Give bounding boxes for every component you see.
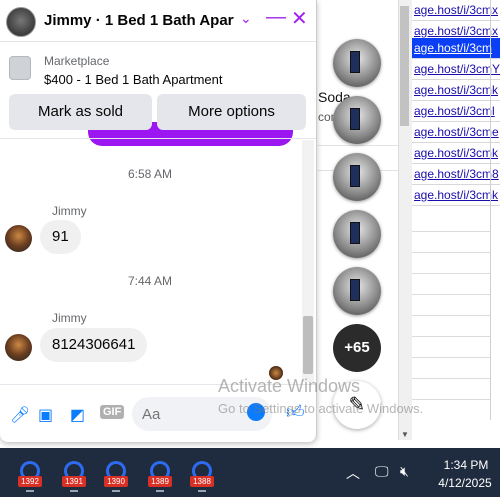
notification-badge: 1390 [104, 476, 128, 487]
sheet-link-cell-selected[interactable]: age.host/i/3cm [412, 38, 500, 59]
clock-date[interactable]: 4/12/2025 [432, 476, 498, 490]
message-timestamp: 7:44 AM [127, 274, 173, 288]
notification-badge: 1392 [18, 476, 42, 487]
notification-badge: 1391 [62, 476, 86, 487]
activation-watermark-text: Go to Settings to activate Windows. [218, 401, 424, 416]
sender-name: Jimmy [52, 204, 87, 218]
listing-thumbnail[interactable] [9, 56, 31, 80]
window-scrollbar-thumb[interactable] [400, 6, 409, 126]
more-options-button[interactable]: More options [157, 94, 306, 130]
notification-badge: 1388 [190, 476, 214, 487]
taskbar-app-button[interactable]: 1392 [16, 461, 44, 492]
sheet-link-cell[interactable]: age.host/i/3cmY [412, 59, 500, 80]
mark-as-sold-button[interactable]: Mark as sold [9, 94, 152, 130]
taskbar-app-button[interactable]: 1391 [60, 461, 88, 492]
chat-title[interactable]: Jimmy · 1 Bed 1 Bath Apart… [44, 12, 234, 29]
taskbar-app-button[interactable]: 1390 [102, 461, 130, 492]
sender-name: Jimmy [52, 311, 87, 325]
chat-head[interactable] [333, 153, 381, 201]
close-icon[interactable]: ✕ [291, 6, 308, 31]
chevron-up-icon[interactable]: ︿ [346, 463, 360, 483]
message-timestamp: 6:58 AM [127, 167, 173, 181]
sticker-icon[interactable]: ◩ [70, 405, 85, 425]
notification-badge: 1389 [148, 476, 172, 487]
microphone-icon[interactable]: 🎤︎ [10, 405, 30, 425]
avatar[interactable] [5, 334, 32, 361]
volume-muted-icon[interactable]: 🔇︎ [400, 463, 409, 480]
chevron-down-icon[interactable]: ⌄ [240, 10, 252, 27]
marketplace-label: Marketplace [44, 54, 110, 68]
sheet-link-cell[interactable]: age.host/i/3cm8 [412, 164, 500, 185]
listing-title[interactable]: $400 - 1 Bed 1 Bath Apartment [44, 72, 223, 87]
taskbar-app-button[interactable]: 1389 [146, 461, 174, 492]
sheet-link-cell[interactable]: age.host/i/3cml [412, 101, 500, 122]
chat-head[interactable] [333, 39, 381, 87]
more-chats-button[interactable]: +65 [333, 324, 381, 372]
taskbar-app-button[interactable]: 1388 [188, 461, 216, 492]
received-message-bubble[interactable]: 8124306641 [40, 328, 148, 362]
activation-watermark-title: Activate Windows [218, 376, 361, 396]
chat-head[interactable] [333, 96, 381, 144]
underlying-divider [318, 145, 408, 146]
sheet-link-cell[interactable]: age.host/i/3cmx [412, 0, 500, 21]
scroll-down-arrow-icon[interactable]: ▼ [401, 430, 409, 439]
clock-time[interactable]: 1:34 PM [440, 458, 492, 472]
chat-scrollbar-thumb[interactable] [303, 316, 313, 374]
sheet-link-cell[interactable]: age.host/i/3cmk [412, 143, 500, 164]
network-icon[interactable]: 🖵︎ [375, 463, 389, 480]
gif-icon[interactable]: GIF [100, 405, 125, 419]
received-message-bubble[interactable]: 91 [40, 220, 81, 254]
sheet-column-divider [490, 0, 491, 420]
sheet-link-cell[interactable]: age.host/i/3cmk [412, 185, 500, 206]
sheet-link-cell[interactable]: age.host/i/3cme [412, 122, 500, 143]
sheet-link-cell[interactable]: age.host/i/3cmk [412, 80, 500, 101]
avatar[interactable] [5, 225, 32, 252]
chat-head[interactable] [333, 267, 381, 315]
chat-head[interactable] [333, 210, 381, 258]
image-icon[interactable]: ▣ [38, 405, 53, 425]
avatar[interactable] [6, 7, 36, 37]
minimize-icon[interactable]: — [266, 6, 286, 29]
divider [0, 138, 316, 139]
